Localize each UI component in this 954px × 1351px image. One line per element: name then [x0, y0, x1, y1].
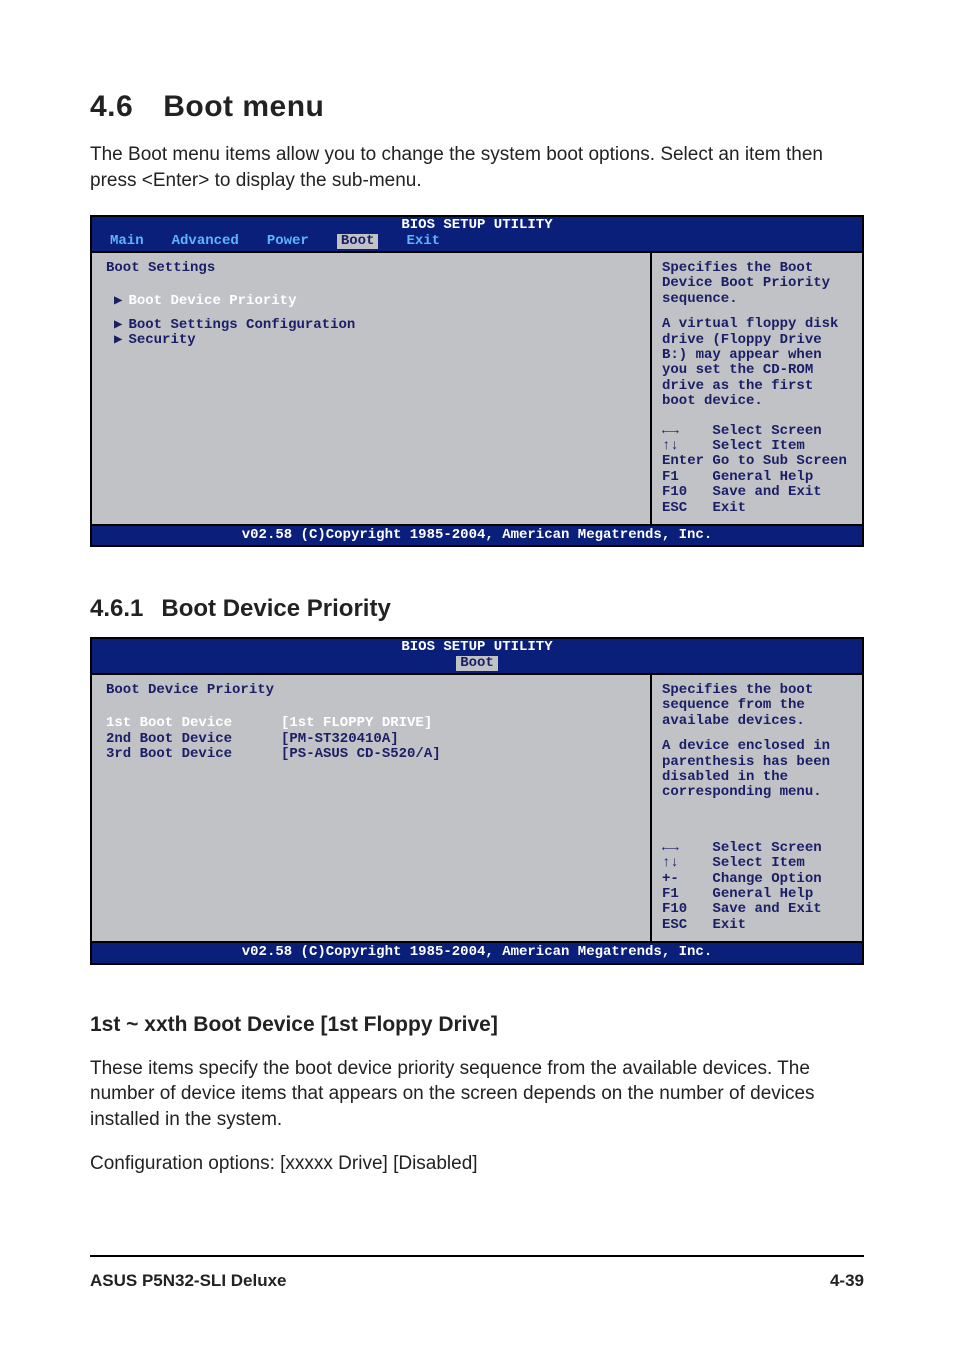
key-action: Save and Exit [712, 484, 821, 500]
menu-item-label: Security [128, 332, 195, 348]
bios-title: BIOS SETUP UTILITY [92, 639, 862, 655]
key-plusminus: +- [662, 871, 679, 887]
subsection-number: 4.6.1 [90, 595, 143, 622]
pane-heading: Boot Settings [106, 261, 636, 276]
help-text: Specifies the Boot Device Boot Priority … [662, 261, 852, 307]
boot-device-label: 2nd Boot Device [106, 732, 281, 747]
key-f10: F10 [662, 484, 687, 500]
arrows-lr-icon: ←→ [662, 423, 679, 439]
tab-boot[interactable]: Boot [456, 656, 498, 671]
section-heading: 4.6 Boot menu [90, 90, 864, 124]
footer-product: ASUS P5N32-SLI Deluxe [90, 1271, 287, 1291]
arrows-lr-icon: ←→ [662, 840, 679, 856]
key-f1: F1 [662, 469, 679, 485]
key-action: General Help [712, 469, 813, 485]
option-heading: 1st ~ xxth Boot Device [1st Floppy Drive… [90, 1013, 864, 1037]
bios-boot-priority-menu: BIOS SETUP UTILITY Boot Boot Device Prio… [90, 637, 864, 964]
key-f10: F10 [662, 901, 687, 917]
section-number: 4.6 [90, 90, 133, 123]
bios-title: BIOS SETUP UTILITY [92, 217, 862, 233]
key-action: Select Screen [712, 423, 821, 439]
key-action: Select Item [712, 855, 804, 871]
tab-boot[interactable]: Boot [337, 234, 379, 249]
triangle-icon: ▶ [114, 332, 122, 348]
key-action: Save and Exit [712, 901, 821, 917]
arrows-ud-icon: ↑↓ [662, 438, 679, 454]
key-f1: F1 [662, 886, 679, 902]
key-action: Select Item [712, 438, 804, 454]
boot-device-row-2[interactable]: 2nd Boot Device [PM-ST320410A] [106, 732, 636, 747]
key-action: Change Option [712, 871, 821, 887]
tab-advanced[interactable]: Advanced [172, 234, 239, 249]
pane-heading: Boot Device Priority [106, 683, 636, 698]
menu-item-boot-device-priority[interactable]: ▶ Boot Device Priority [106, 294, 636, 309]
bios-tab-bar: Boot [92, 656, 862, 673]
boot-device-label: 3rd Boot Device [106, 747, 281, 762]
bios-help-pane: Specifies the Boot Device Boot Priority … [652, 253, 862, 524]
key-action: Exit [712, 500, 746, 516]
bios-boot-menu: BIOS SETUP UTILITY Main Advanced Power B… [90, 215, 864, 547]
config-options: Configuration options: [xxxxx Drive] [Di… [90, 1151, 864, 1177]
key-esc: ESC [662, 917, 687, 933]
triangle-icon: ▶ [114, 293, 122, 309]
subsection-heading: 4.6.1 Boot Device Priority [90, 595, 864, 623]
help-text: A virtual floppy disk drive (Floppy Driv… [662, 317, 852, 409]
bios-copyright: v02.58 (C)Copyright 1985-2004, American … [92, 524, 862, 545]
boot-device-value: [1st FLOPPY DRIVE] [281, 716, 432, 731]
boot-device-value: [PM-ST320410A] [281, 732, 399, 747]
key-action: Exit [712, 917, 746, 933]
bios-key-legend: ←→ Select Screen ↑↓ Select Item +- Chang… [662, 841, 852, 933]
boot-device-label: 1st Boot Device [106, 716, 281, 731]
bios-left-pane: Boot Device Priority 1st Boot Device [1s… [92, 675, 652, 941]
bios-key-legend: ←→ Select Screen ↑↓ Select Item Enter Go… [662, 424, 852, 516]
key-enter: Enter [662, 453, 704, 469]
menu-item-boot-settings-config[interactable]: ▶ Boot Settings Configuration [106, 318, 636, 333]
boot-device-value: [PS-ASUS CD-S520/A] [281, 747, 441, 762]
key-action: Select Screen [712, 840, 821, 856]
intro-paragraph: The Boot menu items allow you to change … [90, 142, 864, 193]
key-action: Go to Sub Screen [712, 453, 846, 469]
tab-main[interactable]: Main [110, 234, 144, 249]
footer-page-number: 4-39 [830, 1271, 864, 1291]
key-esc: ESC [662, 500, 687, 516]
menu-item-label: Boot Settings Configuration [128, 317, 355, 333]
help-text: A device enclosed in parenthesis has bee… [662, 739, 852, 801]
tab-exit[interactable]: Exit [406, 234, 440, 249]
page-footer: ASUS P5N32-SLI Deluxe 4-39 [90, 1255, 864, 1291]
option-paragraph: These items specify the boot device prio… [90, 1056, 864, 1133]
menu-item-security[interactable]: ▶ Security [106, 333, 636, 348]
tab-power[interactable]: Power [267, 234, 309, 249]
boot-device-row-3[interactable]: 3rd Boot Device [PS-ASUS CD-S520/A] [106, 747, 636, 762]
help-text: Specifies the boot sequence from the ava… [662, 683, 852, 729]
menu-item-label: Boot Device Priority [128, 293, 296, 309]
bios-left-pane: Boot Settings ▶ Boot Device Priority ▶ Boo… [92, 253, 652, 524]
bios-help-pane: Specifies the boot sequence from the ava… [652, 675, 862, 941]
key-action: General Help [712, 886, 813, 902]
subsection-title-text: Boot Device Priority [161, 595, 390, 622]
boot-device-row-1[interactable]: 1st Boot Device [1st FLOPPY DRIVE] [106, 716, 636, 731]
section-title-text: Boot menu [163, 90, 324, 123]
bios-copyright: v02.58 (C)Copyright 1985-2004, American … [92, 941, 862, 962]
triangle-icon: ▶ [114, 317, 122, 333]
arrows-ud-icon: ↑↓ [662, 855, 679, 871]
bios-tab-bar: Main Advanced Power Boot Exit [92, 234, 862, 251]
